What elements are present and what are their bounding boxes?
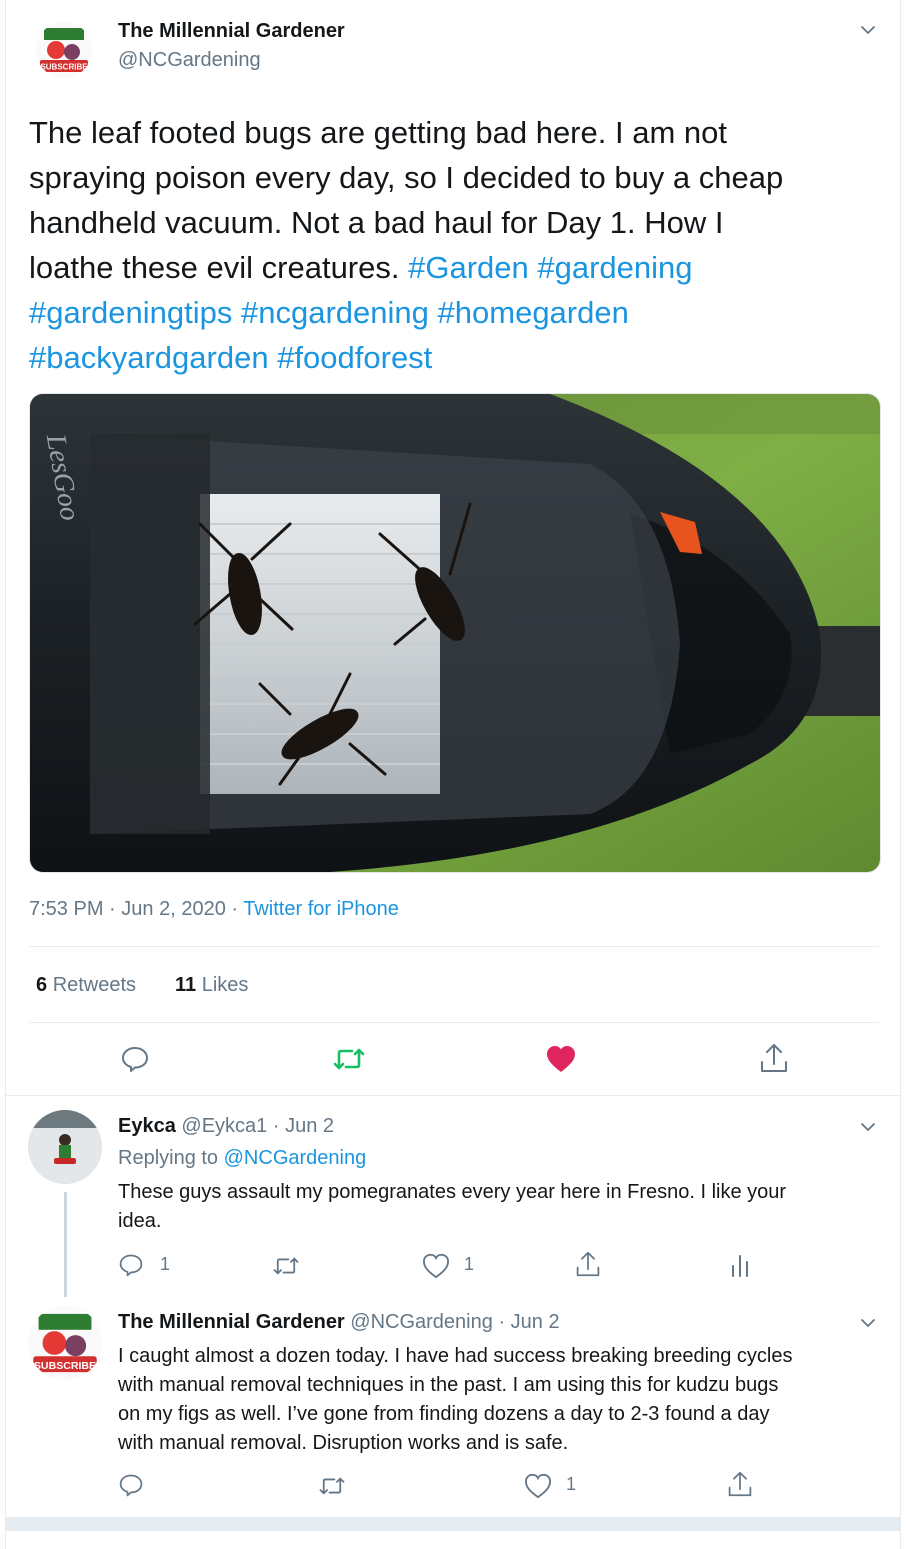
divider <box>29 946 879 947</box>
reply-header: Eykca @Eykca1 · Jun 2 <box>118 1115 334 1138</box>
reply-count: 1 <box>160 1254 171 1274</box>
reply-date[interactable]: · Jun 2 <box>273 1115 334 1137</box>
tweet-text-line: spraying poison every day, so I decided … <box>29 160 784 195</box>
likes-stat[interactable]: 11 Likes <box>175 974 248 997</box>
meta-separator: · <box>231 898 239 920</box>
reply-avatar[interactable] <box>28 1110 102 1184</box>
retweet-icon[interactable] <box>318 1473 346 1504</box>
chevron-down-icon[interactable] <box>858 20 878 45</box>
hashtag-link[interactable]: #gardeningtips <box>29 295 232 330</box>
author-avatar[interactable]: SUBSCRIBE <box>36 22 92 78</box>
likes-count: 11 <box>175 974 197 996</box>
reply-icon[interactable] <box>118 1472 144 1503</box>
reply-text-line: idea. <box>118 1210 162 1232</box>
reply-text-line: These guys assault my pomegranates every… <box>118 1181 787 1203</box>
tweet-text-line: #gardeningtips #ncgardening #homegarden <box>29 290 889 335</box>
reply-avatar[interactable]: SUBSCRIBE <box>28 1306 102 1380</box>
hashtag-link[interactable]: #ncgardening <box>241 295 429 330</box>
reply-author-handle[interactable]: @Eykca1 <box>181 1115 267 1137</box>
replying-to-label: Replying to <box>118 1147 219 1169</box>
retweet-icon[interactable] <box>272 1253 300 1284</box>
heart-icon[interactable] <box>546 1045 576 1078</box>
like-count: 1 <box>566 1474 577 1494</box>
retweets-stat[interactable]: 6 Retweets <box>36 974 136 997</box>
bottom-divider <box>5 1517 901 1531</box>
tweet-text: The leaf footed bugs are getting bad her… <box>29 110 889 380</box>
like-count: 1 <box>464 1254 475 1274</box>
replying-to-link[interactable]: @NCGardening <box>224 1147 367 1169</box>
reply-text-line: with manual removal techniques in the pa… <box>118 1374 779 1396</box>
reply-date[interactable]: · Jun 2 <box>498 1311 559 1333</box>
chevron-down-icon[interactable] <box>858 1117 878 1142</box>
retweet-icon[interactable] <box>332 1044 366 1079</box>
replying-to: Replying to @NCGardening <box>118 1147 366 1170</box>
tweet-time[interactable]: 7:53 PM <box>29 898 103 920</box>
reply-header: The Millennial Gardener @NCGardening · J… <box>118 1311 560 1334</box>
tweet-date[interactable]: Jun 2, 2020 <box>121 898 226 920</box>
reply-icon[interactable] <box>120 1044 150 1079</box>
likes-label: Likes <box>201 974 249 996</box>
divider <box>29 1022 879 1023</box>
reply-author-name[interactable]: The Millennial Gardener <box>118 1311 345 1333</box>
avatar-subscribe-text: SUBSCRIBE <box>40 63 88 72</box>
heart-icon[interactable] <box>422 1253 450 1284</box>
analytics-icon[interactable] <box>730 1252 750 1283</box>
hashtag-link[interactable]: #gardening <box>537 250 692 285</box>
author-name[interactable]: The Millennial Gardener <box>118 20 345 43</box>
tweet-source-link[interactable]: Twitter for iPhone <box>243 898 399 920</box>
hashtag-link[interactable]: #foodforest <box>277 340 432 375</box>
share-icon[interactable] <box>727 1470 753 1503</box>
tweet-text-line: #backyardgarden #foodforest <box>29 335 889 380</box>
heart-icon[interactable] <box>524 1473 552 1504</box>
tweet-text-line: loathe these evil creatures. #Garden #ga… <box>29 245 889 290</box>
thread-connector <box>64 1192 67 1297</box>
retweets-count: 6 <box>36 974 48 996</box>
retweets-label: Retweets <box>52 974 137 996</box>
reply-text-line: with manual removal. Disruption works an… <box>118 1432 569 1454</box>
reply-text-line: I caught almost a dozen today. I have ha… <box>118 1345 793 1367</box>
tweet-text-line: The leaf footed bugs are getting bad her… <box>29 115 727 150</box>
reply-author-handle[interactable]: @NCGardening <box>350 1311 493 1333</box>
reply-text-line: on my figs as well. I’ve gone from findi… <box>118 1403 770 1425</box>
hashtag-link[interactable]: #homegarden <box>438 295 629 330</box>
share-icon[interactable] <box>759 1042 789 1079</box>
meta-separator: · <box>109 898 116 920</box>
divider <box>5 1095 901 1096</box>
tweet-meta: 7:53 PM · Jun 2, 2020 · Twitter for iPho… <box>29 898 399 921</box>
hashtag-link[interactable]: #backyardgarden <box>29 340 269 375</box>
reply-text: These guys assault my pomegranates every… <box>118 1178 888 1236</box>
chevron-down-icon[interactable] <box>858 1313 878 1338</box>
tweet-photo[interactable]: LesGoo <box>29 393 881 873</box>
reply-icon[interactable] <box>118 1252 144 1283</box>
author-handle[interactable]: @NCGardening <box>118 49 261 72</box>
tweet-text-line: handheld vacuum. Not a bad haul for Day … <box>29 205 724 240</box>
avatar-subscribe-text: SUBSCRIBE <box>34 1360 96 1372</box>
share-icon[interactable] <box>575 1250 601 1283</box>
hashtag-link[interactable]: #Garden <box>408 250 529 285</box>
reply-author-name[interactable]: Eykca <box>118 1115 176 1137</box>
reply-text: I caught almost a dozen today. I have ha… <box>118 1342 888 1458</box>
tweet-text-segment: loathe these evil creatures. <box>29 250 400 285</box>
